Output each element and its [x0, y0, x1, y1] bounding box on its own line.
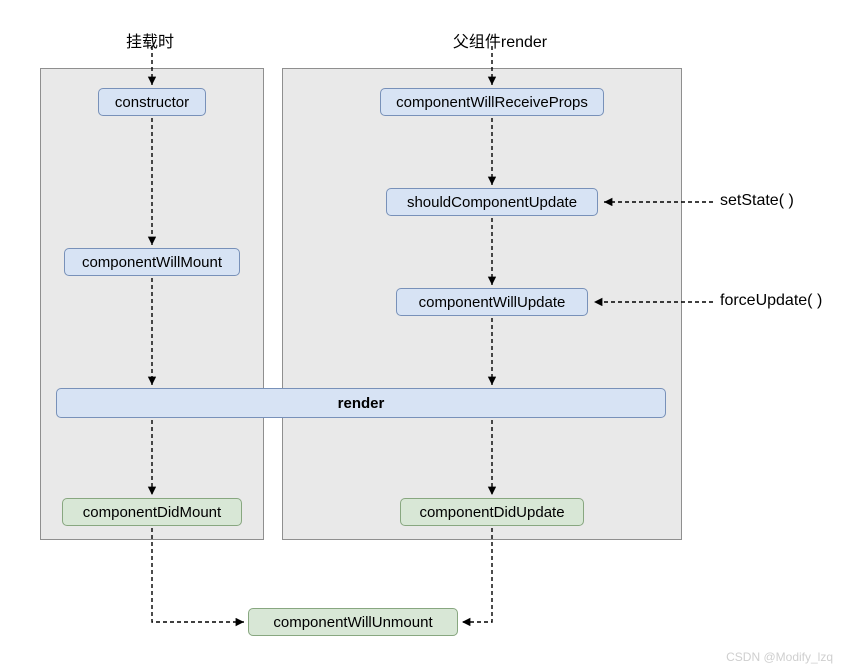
label-set-state: setState( )	[720, 192, 794, 210]
box-component-did-mount: componentDidMount	[62, 498, 242, 526]
title-right-parent-render: 父组件render	[440, 28, 560, 52]
box-render: render	[56, 388, 666, 418]
box-component-will-mount: componentWillMount	[64, 248, 240, 276]
box-component-will-unmount: componentWillUnmount	[248, 608, 458, 636]
box-component-did-update: componentDidUpdate	[400, 498, 584, 526]
watermark: CSDN @Modify_lzq	[726, 650, 833, 664]
panel-mounting	[40, 68, 264, 540]
title-left-mount: 挂载时	[110, 28, 190, 52]
box-component-will-receive-props: componentWillReceiveProps	[380, 88, 604, 116]
box-should-component-update: shouldComponentUpdate	[386, 188, 598, 216]
label-force-update: forceUpdate( )	[720, 292, 822, 310]
box-constructor: constructor	[98, 88, 206, 116]
box-component-will-update: componentWillUpdate	[396, 288, 588, 316]
